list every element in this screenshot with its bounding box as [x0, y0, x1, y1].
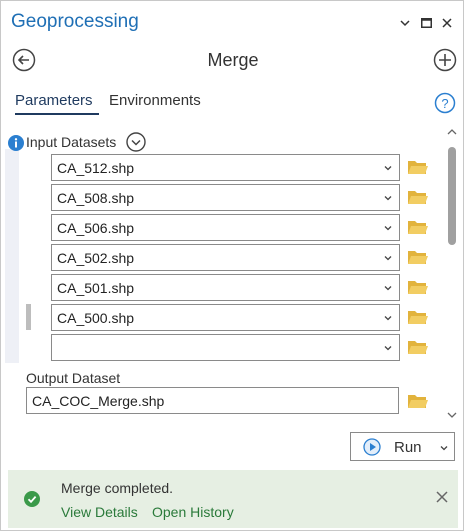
chevron-down-circle-icon[interactable]	[126, 132, 146, 152]
output-dataset-label: Output Dataset	[26, 370, 121, 386]
close-icon[interactable]	[437, 13, 457, 33]
output-dataset-input[interactable]: CA_COC_Merge.shp	[26, 387, 399, 414]
folder-icon[interactable]	[407, 308, 429, 326]
view-details-link[interactable]: View Details	[61, 504, 138, 520]
folder-icon[interactable]	[407, 338, 429, 356]
dataset-value: CA_500.shp	[57, 310, 135, 326]
folder-icon[interactable]	[407, 188, 429, 206]
scroll-thumb[interactable]	[448, 147, 456, 245]
dataset-value: CA_508.shp	[57, 190, 135, 206]
play-icon	[363, 438, 381, 456]
open-history-link[interactable]: Open History	[152, 504, 234, 520]
dataset-dropdown[interactable]: CA_512.shp	[51, 154, 400, 181]
close-icon[interactable]	[435, 490, 449, 504]
scroll-down-icon[interactable]	[447, 411, 457, 419]
input-datasets-label: Input Datasets	[26, 134, 117, 150]
input-group-bar	[5, 149, 19, 363]
dataset-dropdown[interactable]: CA_508.shp	[51, 184, 400, 211]
scroll-up-icon[interactable]	[447, 128, 457, 136]
success-check-icon	[24, 491, 40, 507]
dataset-dropdown-empty[interactable]	[51, 334, 400, 361]
status-text: Merge completed.	[61, 480, 174, 496]
folder-icon[interactable]	[407, 158, 429, 176]
status-message-bar: Merge completed. View Details Open Histo…	[8, 470, 458, 528]
dataset-value: CA_506.shp	[57, 220, 135, 236]
folder-icon[interactable]	[407, 218, 429, 236]
maximize-icon[interactable]	[416, 13, 436, 33]
chevron-down-icon	[384, 196, 392, 201]
add-icon[interactable]	[433, 48, 457, 72]
chevron-down-icon	[384, 226, 392, 231]
chevron-down-icon[interactable]	[439, 443, 449, 453]
tab-environments[interactable]: Environments	[109, 92, 201, 109]
title-bar: Geoprocessing	[1, 1, 463, 45]
dataset-value: CA_501.shp	[57, 280, 135, 296]
dataset-dropdown[interactable]: CA_506.shp	[51, 214, 400, 241]
output-dataset-value: CA_COC_Merge.shp	[32, 393, 165, 409]
chevron-down-icon	[384, 346, 392, 351]
pane-title: Geoprocessing	[11, 11, 139, 32]
folder-icon[interactable]	[407, 278, 429, 296]
drag-handle[interactable]	[26, 304, 31, 330]
chevron-down-icon	[384, 166, 392, 171]
chevron-down-icon	[384, 316, 392, 321]
dataset-dropdown[interactable]: CA_501.shp	[51, 274, 400, 301]
folder-icon[interactable]	[407, 392, 429, 410]
chevron-down-icon[interactable]	[395, 13, 415, 33]
active-tab-indicator	[15, 113, 99, 115]
dataset-dropdown[interactable]: CA_500.shp	[51, 304, 400, 331]
chevron-down-icon	[384, 286, 392, 291]
chevron-down-icon	[384, 256, 392, 261]
run-button[interactable]: Run	[350, 432, 455, 461]
tab-parameters[interactable]: Parameters	[15, 92, 93, 109]
run-label: Run	[394, 439, 422, 456]
folder-icon[interactable]	[407, 248, 429, 266]
svg-text:?: ?	[441, 96, 448, 111]
dataset-value: CA_502.shp	[57, 250, 135, 266]
help-icon[interactable]: ?	[434, 92, 456, 114]
geoprocessing-pane: Geoprocessing Merge Parameters Environme…	[0, 0, 464, 531]
tool-title: Merge	[207, 50, 259, 70]
dataset-dropdown[interactable]: CA_502.shp	[51, 244, 400, 271]
dataset-value: CA_512.shp	[57, 160, 135, 176]
info-icon[interactable]	[8, 135, 24, 151]
